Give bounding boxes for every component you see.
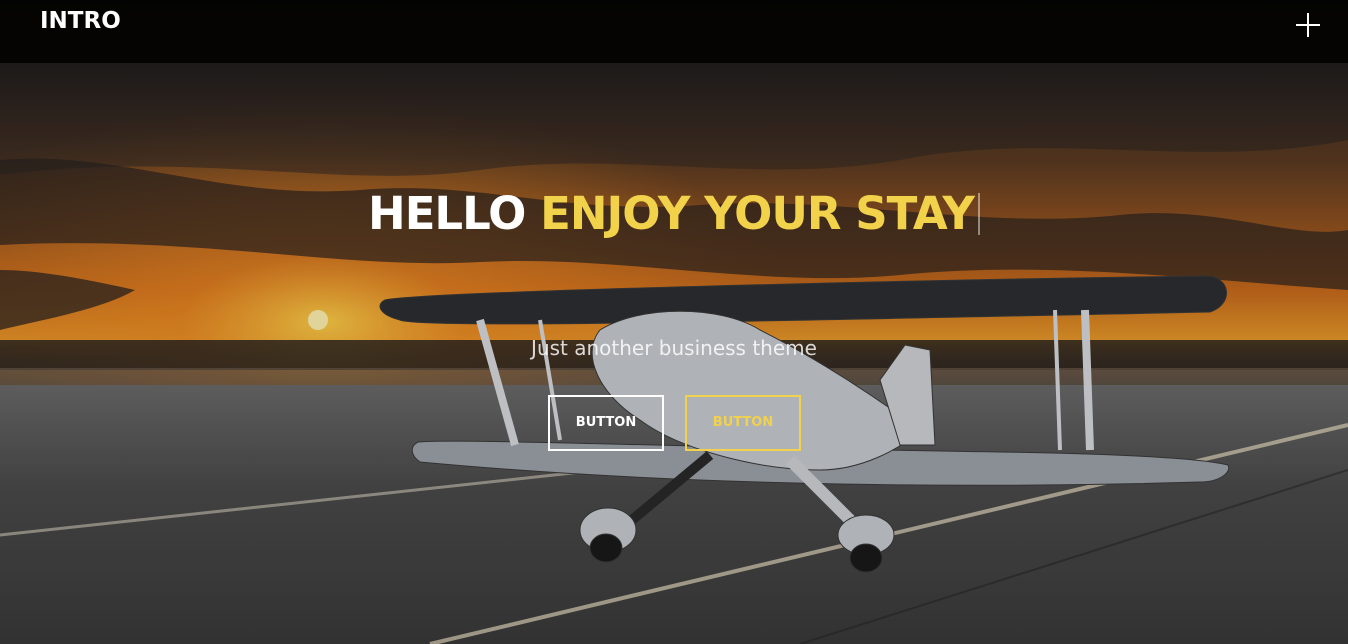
hero-button-secondary[interactable]: BUTTON [685,395,801,451]
typing-cursor [977,193,980,235]
plus-icon[interactable] [1293,10,1323,40]
hero-headline: HELLO ENJOY YOUR STAY [0,186,1348,242]
page: INTRO HELLO ENJOY YOUR STAY Just another… [0,0,1348,644]
headline-greeting: HELLO [368,187,526,240]
top-navbar: INTRO [0,0,1348,63]
hero-button-primary[interactable]: BUTTON [548,395,664,451]
headline-highlight: ENJOY YOUR STAY [540,187,975,240]
brand-logo[interactable]: INTRO [40,8,121,34]
hero-section: HELLO ENJOY YOUR STAY Just another busin… [0,0,1348,644]
hero-subtitle: Just another business theme [531,336,817,360]
